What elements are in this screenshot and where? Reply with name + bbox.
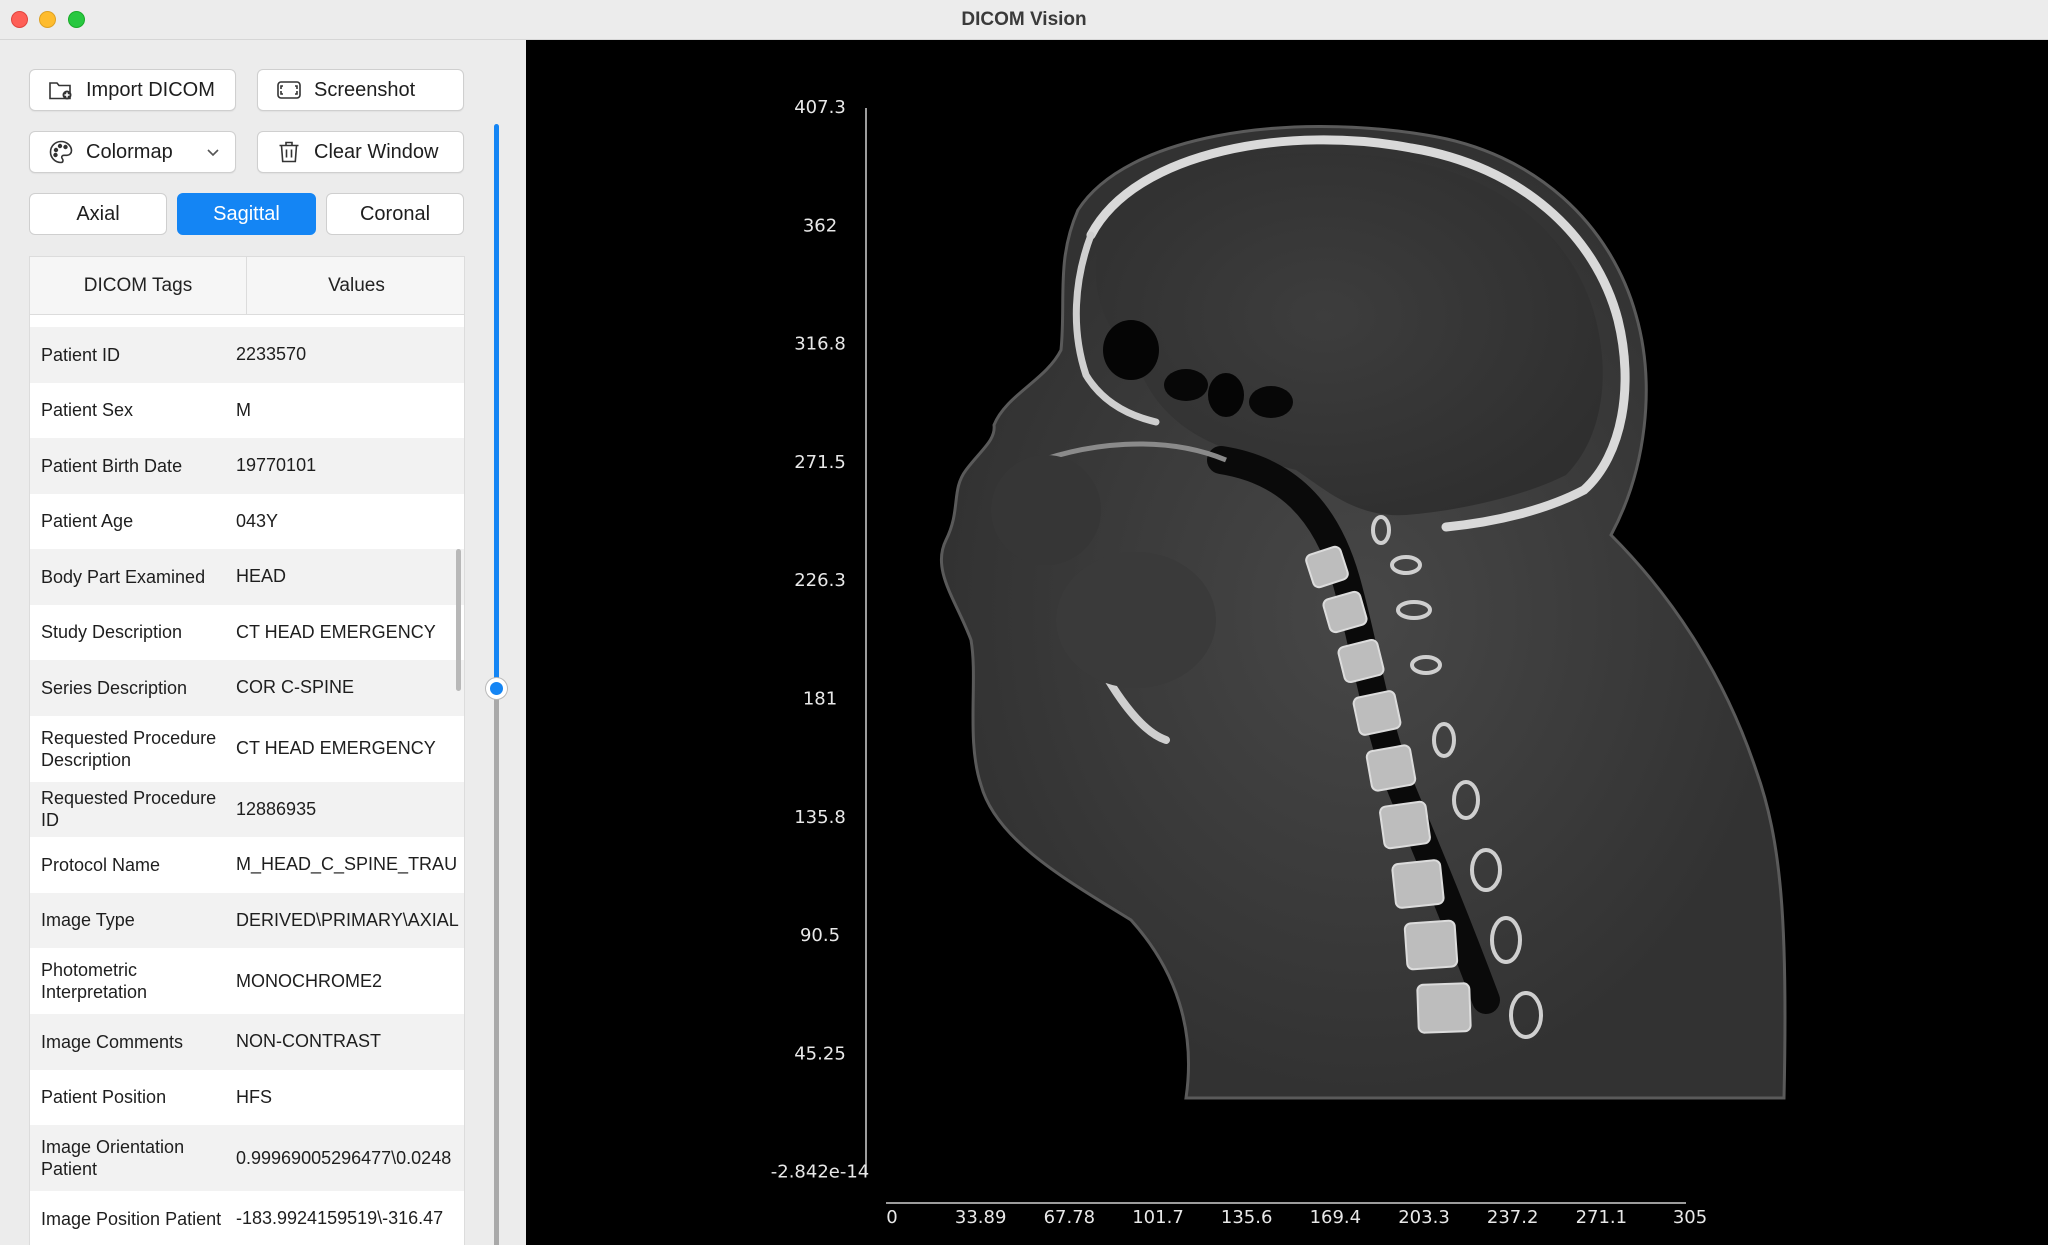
tag-cell: Requested Procedure Description — [41, 727, 217, 770]
table-row[interactable]: Photometric Interpretation MONOCHROME2 — [30, 948, 464, 1014]
value-cell: 0.99969005296477\0.0248 — [236, 1147, 452, 1168]
tag-cell: Patient ID — [41, 344, 121, 365]
import-dicom-button[interactable]: Import DICOM — [29, 69, 236, 111]
table-row[interactable]: Requested Procedure Description CT HEAD E… — [30, 716, 464, 782]
x-tick-label: 135.6 — [1221, 1207, 1273, 1228]
clear-window-button[interactable]: Clear Window — [257, 131, 464, 173]
table-row[interactable]: Image Comments NON-CONTRAST — [30, 1014, 464, 1070]
table-row[interactable]: Image Orientation Patient 0.9996900529647… — [30, 1125, 464, 1191]
x-tick-label: 67.78 — [1044, 1207, 1096, 1228]
value-cell: CT HEAD EMERGENCY — [236, 621, 436, 642]
table-row[interactable]: Image Position Patient -183.9924159519\-3… — [30, 1191, 464, 1245]
x-tick-label: 33.89 — [955, 1207, 1007, 1228]
sagittal-ct-slice — [939, 124, 1787, 1100]
x-tick-label: 271.1 — [1576, 1207, 1628, 1228]
x-tick-labels: 0 33.89 67.78 101.7 135.6 169.4 203.3 237.2 271.… — [886, 1207, 1707, 1228]
x-tick-label: 0 — [886, 1207, 897, 1228]
table-row[interactable]: Patient Sex M — [30, 383, 464, 439]
y-tick-label: 407.3 — [794, 97, 846, 118]
y-tick-label: 226.3 — [794, 570, 846, 591]
y-tick-label: -2.842e-14 — [771, 1162, 870, 1183]
tag-cell: Study Description — [41, 622, 183, 643]
value-cell: MONOCHROME2 — [236, 970, 383, 991]
tag-cell: Requested Procedure ID — [41, 788, 217, 831]
table-row[interactable]: Patient Birth Date 19770101 — [30, 438, 464, 494]
trash-icon — [279, 141, 299, 163]
table-row[interactable]: Image Type DERIVED\PRIMARY\AXIAL — [30, 892, 464, 948]
screenshot-icon — [277, 81, 301, 99]
value-cell: 12886935 — [236, 798, 317, 819]
tab-axial[interactable]: Axial — [29, 193, 167, 235]
y-tick-label: 135.8 — [794, 807, 846, 828]
table-header: DICOM Tags Values — [30, 257, 464, 315]
column-header-tags[interactable]: DICOM Tags — [30, 257, 247, 315]
y-tick-label: 90.5 — [800, 925, 840, 946]
tab-sagittal[interactable]: Sagittal — [177, 193, 316, 235]
x-tick-label: 101.7 — [1132, 1207, 1184, 1228]
x-tick-label: 305 — [1673, 1207, 1707, 1228]
tag-cell: Patient Birth Date — [41, 455, 183, 476]
y-tick-label: 271.5 — [794, 452, 846, 473]
y-tick-labels: 407.3 362 316.8 271.5 226.3 181 135.8 90.5 45.25… — [771, 97, 870, 1183]
screenshot-button[interactable]: Screenshot — [257, 69, 464, 111]
y-tick-label: 45.25 — [794, 1043, 846, 1064]
viewer-canvas[interactable]: 407.3 362 316.8 271.5 226.3 181 135.8 90.5 45.25… — [526, 40, 2048, 1245]
tag-cell: Patient Age — [41, 511, 134, 532]
tab-coronal[interactable]: Coronal — [326, 193, 464, 235]
y-tick-label: 316.8 — [794, 334, 846, 355]
control-panel: Import DICOM Screenshot Colormap Clear W… — [0, 40, 526, 1245]
palette-icon — [49, 140, 73, 164]
table-scrollbar[interactable] — [456, 549, 461, 691]
tag-cell: Protocol Name — [41, 854, 161, 875]
value-cell: CT HEAD EMERGENCY — [236, 738, 436, 758]
slice-slider-track[interactable] — [494, 686, 499, 1245]
tag-cell: Image Comments — [41, 1031, 184, 1052]
table-row[interactable]: Requested Procedure ID 12886935 — [30, 781, 464, 837]
tag-cell: Patient Sex — [41, 400, 134, 421]
tag-cell: Image Position Patient — [41, 1208, 222, 1229]
value-cell: -183.9924159519\-316.47 — [236, 1208, 444, 1229]
value-cell: HFS — [236, 1086, 272, 1107]
y-tick-label: 362 — [803, 215, 837, 236]
slice-slider-thumb[interactable] — [486, 678, 507, 699]
value-cell: NON-CONTRAST — [236, 1031, 381, 1052]
chevron-down-icon — [207, 149, 219, 157]
x-tick-label: 203.3 — [1398, 1207, 1450, 1228]
table-row[interactable]: Patient Position HFS — [30, 1070, 464, 1126]
tag-cell: Photometric Interpretation — [41, 960, 148, 1002]
table-row[interactable]: Protocol Name M_HEAD_C_SPINE_TRAU — [30, 837, 464, 893]
table-row[interactable]: Series Description COR C-SPINE — [30, 660, 464, 716]
value-cell: M_HEAD_C_SPINE_TRAU — [236, 854, 458, 875]
column-header-values[interactable]: Values — [247, 257, 464, 315]
slice-slider-filled[interactable] — [494, 124, 499, 686]
window-title: DICOM Vision — [961, 9, 1087, 30]
table-row[interactable]: Patient Age 043Y — [30, 494, 464, 550]
dicom-tags-table[interactable]: DICOM Tags Values Patient ID 2233570 Patie… — [29, 256, 465, 1245]
x-tick-label: 237.2 — [1487, 1207, 1539, 1228]
value-cell: HEAD — [236, 566, 287, 587]
image-viewer[interactable]: 407.3 362 316.8 271.5 226.3 181 135.8 90.5 45.25… — [526, 40, 2048, 1245]
value-cell: 043Y — [236, 510, 279, 531]
folder-add-icon — [49, 82, 72, 100]
x-tick-label: 169.4 — [1310, 1207, 1362, 1228]
value-cell: 2233570 — [236, 344, 307, 365]
table-body: Patient ID 2233570 Patient Sex M Patient Bir… — [30, 327, 464, 1245]
table-row[interactable]: Study Description CT HEAD EMERGENCY — [30, 605, 464, 661]
tag-cell: Body Part Examined — [41, 566, 206, 587]
table-row[interactable]: Body Part Examined HEAD — [30, 549, 464, 605]
value-cell: DERIVED\PRIMARY\AXIAL — [236, 909, 459, 930]
tag-cell: Image Orientation Patient — [41, 1137, 185, 1179]
title-bar: DICOM Vision — [0, 0, 2048, 40]
value-cell: COR C-SPINE — [236, 677, 355, 698]
table-row[interactable]: Patient ID 2233570 — [30, 327, 464, 383]
y-tick-label: 181 — [803, 689, 837, 710]
colormap-dropdown[interactable]: Colormap — [29, 131, 236, 173]
tag-cell: Series Description — [41, 677, 188, 698]
value-cell: M — [236, 399, 251, 420]
tag-cell: Image Type — [41, 910, 135, 931]
value-cell: 19770101 — [236, 455, 317, 476]
tag-cell: Patient Position — [41, 1087, 167, 1108]
